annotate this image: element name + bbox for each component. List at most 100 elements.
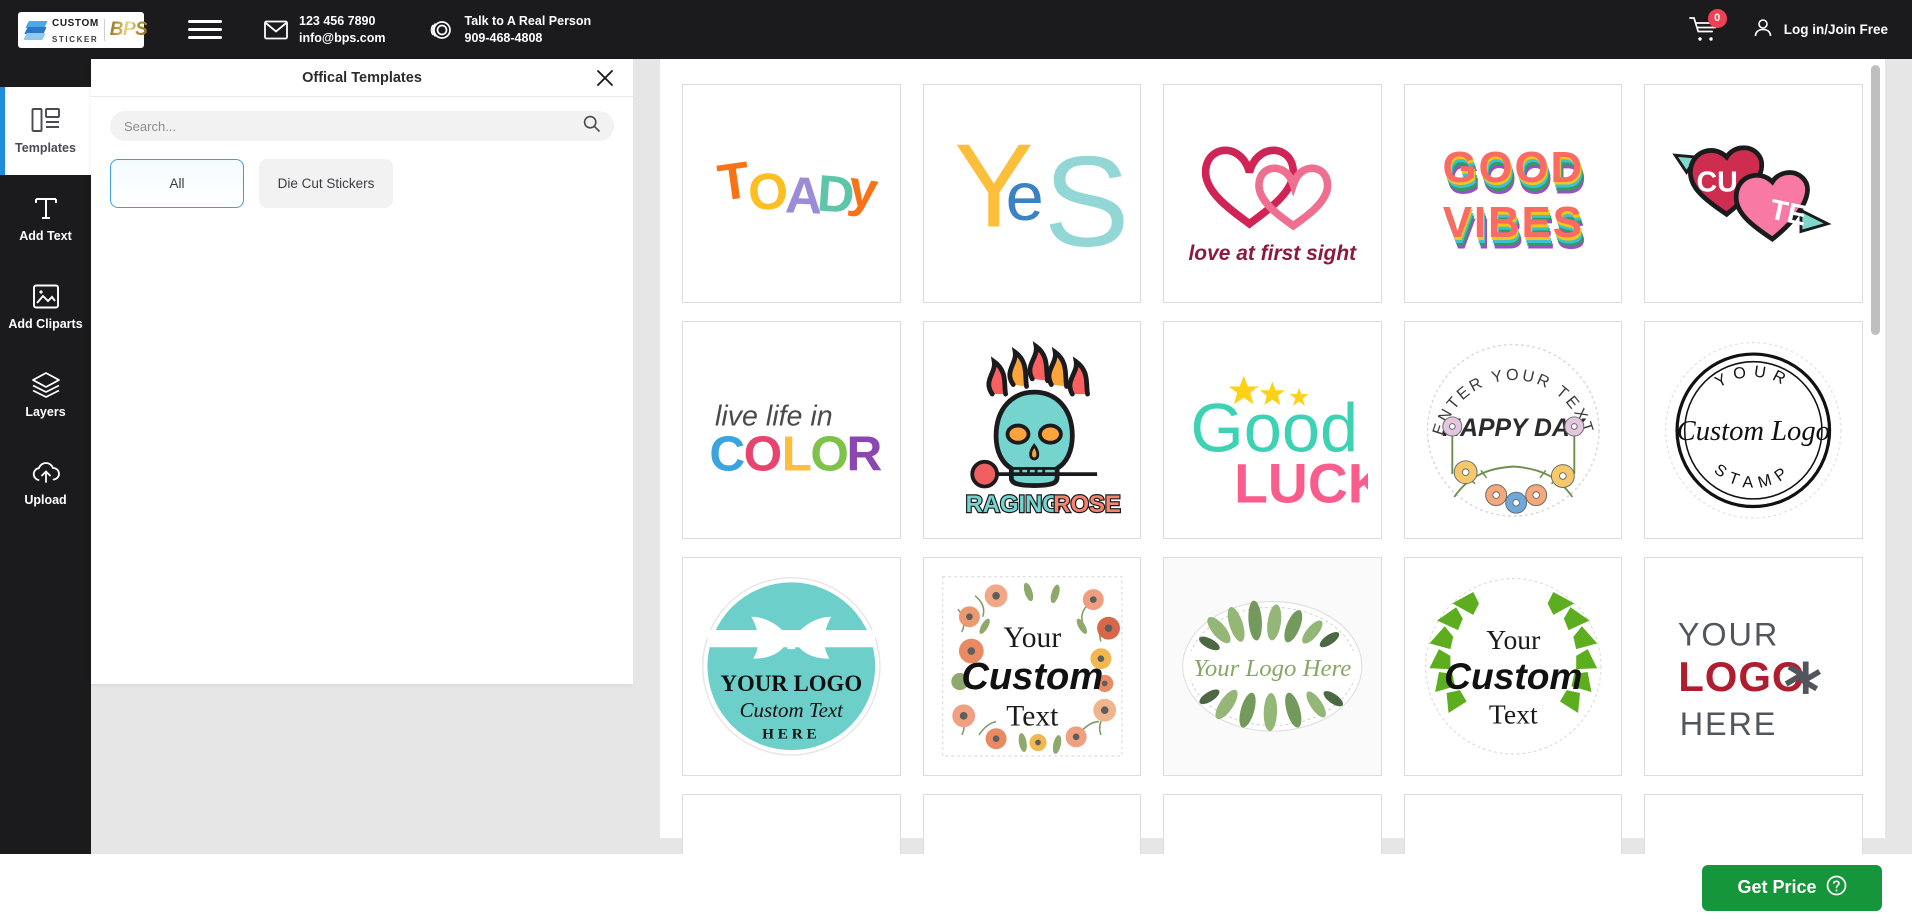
close-icon[interactable] <box>595 68 615 88</box>
template-card-laurel-custom-text[interactable]: Your Custom Text <box>1404 557 1623 776</box>
app-root: CUSTOM STICKER BPS 123 456 7890 info@bps… <box>0 0 1912 921</box>
gallery-scrollbar-thumb[interactable] <box>1871 65 1880 335</box>
support-block[interactable]: Talk to A Real Person 909-468-4808 <box>428 13 592 46</box>
sidebar-item-templates[interactable]: Templates <box>0 87 91 175</box>
logo-divider <box>104 19 105 41</box>
template-card-good-luck[interactable]: Good LUCK <box>1163 321 1382 540</box>
template-card-love-at-first-sight[interactable]: love at first sight <box>1163 84 1382 303</box>
question-circle-icon <box>1826 875 1847 901</box>
template-card-placeholder[interactable] <box>923 794 1142 854</box>
template-card-placeholder[interactable] <box>1163 794 1382 854</box>
svg-text:L: L <box>782 425 812 481</box>
panel-body: All Die Cut Stickers <box>91 97 633 208</box>
template-preview-toady: T O A D y <box>696 98 887 289</box>
template-preview-love-hearts: love at first sight <box>1177 98 1368 289</box>
bottom-bar: Get Price <box>0 854 1912 921</box>
template-card-placeholder[interactable] <box>1404 794 1623 854</box>
svg-text:Custom: Custom <box>1444 655 1582 697</box>
template-card-good-vibes[interactable]: GOOD GOOD GOOD GOOD GOOD VIBES VIBES VIB… <box>1404 84 1623 303</box>
svg-text:O: O <box>746 161 790 222</box>
filter-chip-die-cut-stickers[interactable]: Die Cut Stickers <box>259 159 393 208</box>
brand-logo[interactable]: CUSTOM STICKER BPS <box>18 12 144 48</box>
image-icon <box>32 283 60 310</box>
filter-chips: All Die Cut Stickers <box>110 159 614 208</box>
filter-chip-label: Die Cut Stickers <box>278 176 375 191</box>
svg-text:Text: Text <box>1489 699 1538 730</box>
template-card-raging-rose[interactable]: RAGING ROSE <box>923 321 1142 540</box>
text-icon <box>32 195 60 222</box>
sidebar-item-label: Add Text <box>19 229 72 243</box>
template-preview-leaf-oval: Your Logo Here <box>1177 571 1368 762</box>
search-icon[interactable] <box>583 115 600 137</box>
template-preview-laurel-text: Your Custom Text <box>1418 571 1609 762</box>
svg-text:Custom Text: Custom Text <box>740 698 845 722</box>
svg-text:Custom: Custom <box>961 656 1103 698</box>
template-card-happy-day[interactable]: ENTER YOUR TEXT HAPPY DAY <box>1404 321 1623 540</box>
cart-count-badge: 0 <box>1708 9 1727 28</box>
svg-text:e: e <box>1005 158 1043 235</box>
template-preview-yes: Y e S <box>937 98 1128 289</box>
svg-text:LUCK: LUCK <box>1234 452 1367 514</box>
templates-panel: Offical Templates All <box>91 59 633 684</box>
template-card-live-life-in-color[interactable]: live life in C O L O R <box>682 321 901 540</box>
filter-chip-all[interactable]: All <box>110 159 244 208</box>
sidebar-item-label: Upload <box>24 493 66 507</box>
sticker-logo-icon <box>24 19 47 41</box>
cart-button[interactable]: 0 <box>1688 14 1720 46</box>
template-card-toady[interactable]: T O A D y <box>682 84 901 303</box>
svg-text:C: C <box>709 425 745 481</box>
search-input[interactable] <box>124 119 577 134</box>
svg-text:Your: Your <box>1003 622 1061 654</box>
search-bar[interactable] <box>110 111 614 141</box>
template-preview-teal-bow: YOUR LOGO Custom Text HERE <box>696 571 887 762</box>
panel-header: Offical Templates <box>91 59 633 97</box>
user-icon <box>1752 17 1774 42</box>
svg-text:Custom Logo: Custom Logo <box>1677 415 1830 446</box>
template-grid: T O A D y Y e S <box>660 59 1885 854</box>
template-preview-logo-here: YOUR LOGO HERE <box>1658 571 1849 762</box>
svg-text:GOOD: GOOD <box>1442 143 1584 192</box>
login-button[interactable]: Log in/Join Free <box>1752 17 1888 42</box>
filter-chip-label: All <box>169 176 184 191</box>
get-price-button[interactable]: Get Price <box>1702 865 1882 911</box>
sidebar-item-layers[interactable]: Layers <box>0 351 91 439</box>
template-card-your-logo-here[interactable]: Your Logo Here <box>1163 557 1382 776</box>
hamburger-menu-icon[interactable] <box>188 15 222 44</box>
template-gallery: T O A D y Y e S <box>660 59 1885 838</box>
phone-number: 123 456 7890 <box>299 14 375 28</box>
support-line1: Talk to A Real Person <box>465 14 592 28</box>
svg-text:ROSE: ROSE <box>1053 491 1120 518</box>
template-card-your-logo-bow[interactable]: YOUR LOGO Custom Text HERE <box>682 557 901 776</box>
support-text: Talk to A Real Person 909-468-4808 <box>465 13 592 46</box>
canvas-area: T O A D y Y e S <box>633 59 1912 854</box>
svg-text:S: S <box>1043 131 1127 274</box>
template-preview-good-luck: Good LUCK <box>1177 335 1368 526</box>
logo-line2: STICKER <box>52 35 98 44</box>
sidebar-item-label: Add Cliparts <box>8 317 82 331</box>
svg-text:Text: Text <box>1006 701 1059 733</box>
template-card-placeholder[interactable] <box>1644 794 1863 854</box>
template-card-custom-logo-stamp[interactable]: YOUR STAMP Custom Logo <box>1644 321 1863 540</box>
svg-text:love at first sight: love at first sight <box>1189 242 1358 265</box>
sidebar-item-add-text[interactable]: Add Text <box>0 175 91 263</box>
sidebar-item-add-cliparts[interactable]: Add Cliparts <box>0 263 91 351</box>
svg-text:RAGING: RAGING <box>965 491 1060 518</box>
template-card-yes[interactable]: Y e S <box>923 84 1142 303</box>
contact-block[interactable]: 123 456 7890 info@bps.com <box>264 13 386 46</box>
template-card-floral-custom-text[interactable]: Your Custom Text <box>923 557 1142 776</box>
logo-line1: CUSTOM <box>52 18 99 29</box>
svg-text:R: R <box>847 425 883 481</box>
template-preview-custom-stamp: YOUR STAMP Custom Logo <box>1658 335 1849 526</box>
template-card-your-logo-here-red[interactable]: YOUR LOGO HERE <box>1644 557 1863 776</box>
template-preview-cute-hearts: CU TE <box>1658 98 1849 289</box>
gallery-scrollbar[interactable] <box>1871 59 1880 838</box>
get-price-label: Get Price <box>1737 877 1816 898</box>
templates-icon <box>31 107 61 134</box>
template-card-placeholder[interactable] <box>682 794 901 854</box>
sidebar-item-upload[interactable]: Upload <box>0 439 91 527</box>
login-label: Log in/Join Free <box>1784 22 1888 37</box>
envelope-icon <box>264 20 288 40</box>
svg-text:YOUR: YOUR <box>1678 617 1779 653</box>
left-tool-rail: Templates Add Text Add Cliparts <box>0 59 91 921</box>
template-card-cute-hearts[interactable]: CU TE <box>1644 84 1863 303</box>
